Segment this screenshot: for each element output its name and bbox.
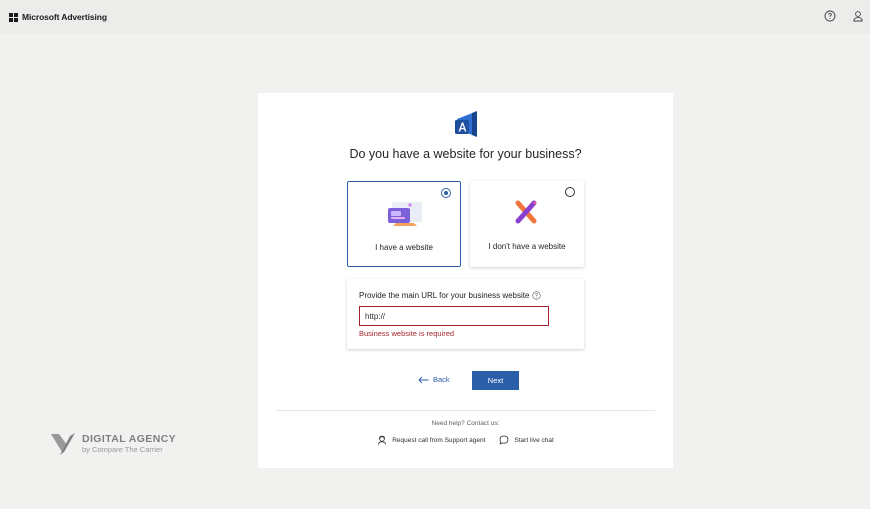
- request-call-label: Request call from Support agent: [392, 436, 486, 444]
- brand-name: Microsoft Advertising: [22, 12, 107, 22]
- support-agent-icon: [378, 435, 387, 445]
- page-question: Do you have a website for your business?: [349, 147, 582, 161]
- watermark-subtitle: by Compare The Carrier: [82, 444, 163, 454]
- option-label: I have a website: [375, 243, 433, 252]
- radio-selected[interactable]: [441, 188, 451, 198]
- chat-icon: [499, 435, 509, 445]
- top-bar: Microsoft Advertising: [0, 0, 870, 34]
- live-chat-label: Start live chat: [514, 436, 554, 444]
- website-illustration-icon: [388, 202, 422, 226]
- next-button[interactable]: Next: [472, 371, 519, 390]
- back-button[interactable]: Back: [418, 375, 450, 384]
- watermark-title: DIGITAL AGENCY: [82, 432, 177, 445]
- option-label: I don't have a website: [488, 242, 566, 251]
- url-panel: Provide the main URL for your business w…: [347, 279, 584, 349]
- arrow-left-icon: [418, 376, 429, 383]
- agency-logo-icon: [51, 433, 75, 455]
- contact-options: Request call from Support agent Start li…: [258, 435, 673, 445]
- live-chat-link[interactable]: Start live chat: [499, 435, 554, 445]
- microsoft-logo-icon: [9, 12, 18, 22]
- account-icon[interactable]: [852, 10, 864, 22]
- back-label: Back: [433, 375, 450, 384]
- info-help-icon[interactable]: [532, 291, 542, 300]
- help-icon[interactable]: [824, 10, 836, 22]
- agency-watermark: DIGITAL AGENCY by Compare The Carrier: [50, 431, 176, 456]
- option-no-website[interactable]: I don't have a website: [470, 181, 584, 267]
- option-have-website[interactable]: I have a website: [347, 181, 461, 267]
- setup-card: Do you have a website for your business?…: [258, 93, 673, 468]
- microsoft-advertising-logo-icon: [455, 111, 477, 137]
- url-error-message: Business website is required: [359, 329, 455, 338]
- url-field-label: Provide the main URL for your business w…: [359, 291, 542, 300]
- help-text: Need help? Contact us:: [431, 420, 500, 427]
- no-website-illustration-icon: [515, 200, 537, 224]
- divider: [276, 410, 655, 411]
- website-url-input[interactable]: [359, 306, 549, 326]
- request-call-link[interactable]: Request call from Support agent: [377, 435, 485, 445]
- radio-unselected[interactable]: [565, 187, 575, 197]
